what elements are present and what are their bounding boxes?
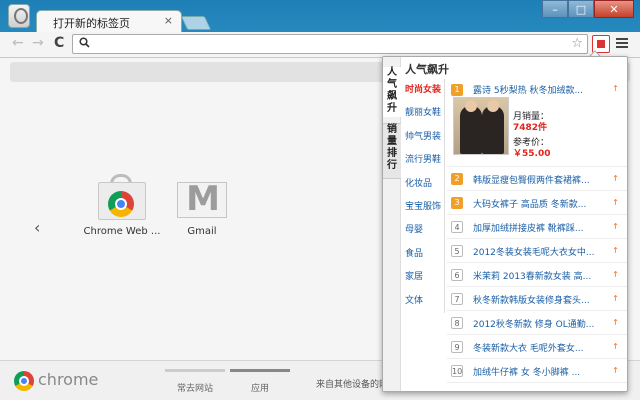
product-title-link[interactable]: 冬装新款大衣 毛呢外套女...	[473, 341, 601, 354]
app-label: Gmail	[187, 226, 217, 237]
product-row[interactable]: 9 冬装新款大衣 毛呢外套女... ↑	[447, 335, 627, 359]
sales-value: 7482件	[513, 123, 548, 133]
chrome-web-store-icon	[95, 174, 149, 220]
rank-badge: 9	[451, 341, 463, 353]
app-gmail[interactable]: Gmail	[162, 174, 242, 237]
tab-most-visited[interactable]: 常去网站	[165, 369, 225, 395]
trend-up-icon: ↑	[612, 270, 619, 279]
product-title-link[interactable]: 韩版显瘦包臀假两件套裙裤...	[473, 173, 601, 186]
rank-badge: 1	[451, 84, 463, 96]
product-row[interactable]: 5 2012冬装女装毛呢大衣女中... ↑	[447, 239, 627, 263]
other-devices-link[interactable]: 来自其他设备的网	[316, 377, 388, 390]
menu-icon[interactable]	[616, 38, 628, 50]
trend-up-icon: ↑	[612, 198, 619, 207]
prev-page-icon[interactable]: ‹	[34, 218, 40, 237]
category-item[interactable]: 宝宝服饰	[401, 196, 444, 219]
close-window-button[interactable]: ✕	[594, 0, 634, 18]
product-title-link[interactable]: 秋冬新款韩版女装修身套头...	[473, 293, 601, 306]
rank-badge: 7	[451, 293, 463, 305]
side-tab-label: 销量排行	[387, 124, 397, 171]
popup-title: 人气飙升	[405, 63, 449, 76]
tab-close-icon[interactable]: ×	[164, 14, 173, 27]
tab-sales-ranking[interactable]: 销量排行	[383, 123, 401, 179]
product-row[interactable]: 6 米茉莉 2013春新款女装 高... ↑	[447, 263, 627, 287]
forward-button[interactable]: →	[32, 35, 44, 51]
product-row[interactable]: 3 大码女裤子 高品质 冬新款... ↑	[447, 191, 627, 215]
rank-badge: 5	[451, 245, 463, 257]
bookmark-star-icon[interactable]: ☆	[571, 36, 583, 51]
trend-up-icon: ↑	[612, 84, 619, 93]
trend-up-icon: ↑	[612, 174, 619, 183]
category-item[interactable]: 文体	[401, 290, 444, 313]
product-title-link[interactable]: 加厚加绒拼接皮裤 靴裤踩...	[473, 221, 601, 234]
trend-up-icon: ↑	[612, 294, 619, 303]
product-row[interactable]: 2 韩版显瘦包臀假两件套裙裤... ↑	[447, 167, 627, 191]
product-list: 1 露诗 5秒梨热 秋冬加绒款... ↑ 月销量： 7482件 参考价： ￥55…	[447, 79, 627, 383]
product-title-link[interactable]: 米茉莉 2013春新款女装 高...	[473, 269, 601, 282]
tab-trending[interactable]: 人气飙升	[383, 67, 401, 117]
browser-toolbar: ← → C ☆	[0, 32, 640, 58]
category-item[interactable]: 食品	[401, 243, 444, 266]
product-title-link[interactable]: 2012秋冬新款 修身 OL通勤...	[473, 317, 601, 330]
minimize-button[interactable]: –	[542, 0, 568, 18]
category-item[interactable]: 家居	[401, 266, 444, 289]
product-row[interactable]: 8 2012秋冬新款 修身 OL通勤... ↑	[447, 311, 627, 335]
category-item[interactable]: 帅气男装	[401, 126, 444, 149]
chrome-wordmark: chrome	[38, 370, 99, 389]
tab-title: 打开新的标签页	[53, 17, 130, 30]
product-title-link[interactable]: 大码女裤子 高品质 冬新款...	[473, 197, 601, 210]
app-chrome-web-store[interactable]: Chrome Web ...	[82, 174, 162, 237]
rank-badge: 10	[451, 365, 463, 377]
rank-badge: 2	[451, 173, 463, 185]
category-item[interactable]: 时尚女装	[401, 79, 444, 103]
product-title-link[interactable]: 露诗 5秒梨热 秋冬加绒款...	[473, 83, 601, 96]
search-icon	[79, 37, 90, 51]
rank-badge: 3	[451, 197, 463, 209]
address-bar[interactable]: ☆	[72, 34, 588, 54]
product-row[interactable]: 7 秋冬新款韩版女装修身套头... ↑	[447, 287, 627, 311]
category-item[interactable]: 靓丽女鞋	[401, 102, 444, 125]
category-item[interactable]: 流行男鞋	[401, 149, 444, 172]
product-row[interactable]: 10 加绒牛仔裤 女 冬小脚裤 ... ↑	[447, 359, 627, 383]
trend-up-icon: ↑	[612, 246, 619, 255]
tab-new-tab[interactable]: 打开新的标签页 ×	[36, 10, 182, 32]
product-title-link[interactable]: 加绒牛仔裤 女 冬小脚裤 ...	[473, 365, 601, 378]
category-list: 时尚女装 靓丽女鞋 帅气男装 流行男鞋 化妆品 宝宝服饰 母婴 食品 家居 文体	[401, 79, 445, 313]
title-bar: 打开新的标签页 × – □ ✕	[0, 0, 640, 32]
trend-up-icon: ↑	[612, 318, 619, 327]
back-button[interactable]: ←	[12, 35, 24, 51]
new-tab-button[interactable]	[180, 16, 212, 30]
rank-badge: 6	[451, 269, 463, 281]
tab-apps[interactable]: 应用	[230, 369, 290, 395]
trend-up-icon: ↑	[612, 342, 619, 351]
app-label: Chrome Web ...	[83, 226, 161, 237]
product-image[interactable]	[453, 97, 509, 155]
extension-popup: 人气飙升 销量排行 人气飙升 时尚女装 靓丽女鞋 帅气男装 流行男鞋 化妆品 宝…	[382, 56, 628, 392]
trend-up-icon: ↑	[612, 222, 619, 231]
maximize-button[interactable]: □	[568, 0, 594, 18]
side-tab-label: 人气飙升	[387, 67, 397, 114]
rank-badge: 8	[451, 317, 463, 329]
rank-badge: 4	[451, 221, 463, 233]
featured-product[interactable]: 1 露诗 5秒梨热 秋冬加绒款... ↑ 月销量： 7482件 参考价： ￥55…	[447, 79, 627, 167]
chrome-logo-icon	[14, 371, 34, 391]
category-item[interactable]: 母婴	[401, 219, 444, 242]
trend-up-icon: ↑	[612, 366, 619, 375]
profile-avatar-icon[interactable]	[8, 4, 30, 28]
product-title-link[interactable]: 2012冬装女装毛呢大衣女中...	[473, 245, 601, 258]
category-item[interactable]: 化妆品	[401, 173, 444, 196]
product-row[interactable]: 4 加厚加绒拼接皮裤 靴裤踩... ↑	[447, 215, 627, 239]
gmail-icon	[175, 174, 229, 220]
reload-button[interactable]: C	[54, 35, 64, 51]
popup-side-tabs: 人气飙升 销量排行	[383, 57, 401, 391]
price-value: ￥55.00	[513, 149, 551, 159]
window-controls: – □ ✕	[542, 0, 634, 18]
